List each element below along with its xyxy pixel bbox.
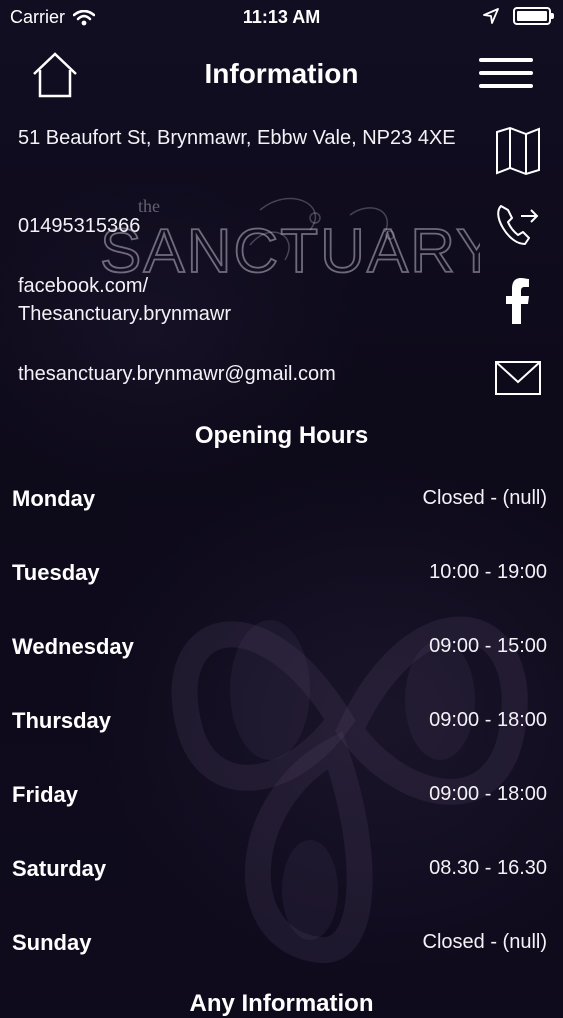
day-label: Tuesday	[12, 560, 100, 585]
status-bar: Carrier 11:13 AM	[0, 0, 563, 36]
navigation-bar: Information	[0, 36, 563, 114]
hours-row-tuesday: Tuesday 10:00 - 19:00	[0, 536, 563, 610]
sanctuary-logo: the SANCTUARY	[100, 196, 480, 287]
email-text: thesanctuary.brynmawr@gmail.com	[18, 363, 336, 385]
hours-row-wednesday: Wednesday 09:00 - 15:00	[0, 610, 563, 684]
day-label: Saturday	[12, 856, 107, 881]
hours-row-friday: Friday 09:00 - 18:00	[0, 758, 563, 832]
hours-row-thursday: Thursday 09:00 - 18:00	[0, 684, 563, 758]
logo-main-text: SANCTUARY	[100, 217, 480, 286]
day-label: Wednesday	[12, 634, 134, 659]
day-label: Thursday	[12, 708, 112, 733]
facebook-line-2: Thesanctuary.brynmawr	[18, 303, 232, 325]
day-label: Monday	[12, 486, 96, 511]
opening-hours-list: Monday Closed - (null) Tuesday 10:00 - 1…	[0, 462, 563, 980]
logo-small-text: the	[138, 196, 160, 216]
location-arrow-icon	[483, 8, 499, 24]
hours-value: Closed - (null)	[422, 487, 547, 509]
hours-value: 08.30 - 16.30	[429, 857, 547, 879]
hours-value: 09:00 - 18:00	[429, 783, 547, 805]
status-icons	[483, 7, 554, 25]
opening-hours-title: Opening Hours	[194, 422, 369, 449]
hours-value: 10:00 - 19:00	[429, 561, 547, 583]
hours-row-monday: Monday Closed - (null)	[0, 462, 563, 536]
envelope-icon[interactable]	[493, 352, 543, 402]
battery-icon	[513, 7, 554, 25]
hours-value: Closed - (null)	[422, 931, 547, 953]
hours-value: 09:00 - 18:00	[429, 709, 547, 731]
map-icon[interactable]	[493, 126, 543, 176]
day-label: Sunday	[12, 930, 92, 955]
hours-value: 09:00 - 15:00	[429, 635, 547, 657]
phone-call-icon[interactable]	[493, 200, 543, 250]
hamburger-menu-icon[interactable]	[479, 58, 533, 88]
address-text: 51 Beaufort St, Brynmawr, Ebbw Vale, NP2…	[18, 127, 456, 149]
clock: 11:13 AM	[242, 7, 321, 27]
day-label: Friday	[12, 782, 79, 807]
facebook-icon[interactable]	[493, 276, 543, 326]
hours-row-saturday: Saturday 08.30 - 16.30	[0, 832, 563, 906]
hours-row-sunday: Sunday Closed - (null)	[0, 906, 563, 980]
next-section-title: Any Information	[189, 990, 374, 1017]
